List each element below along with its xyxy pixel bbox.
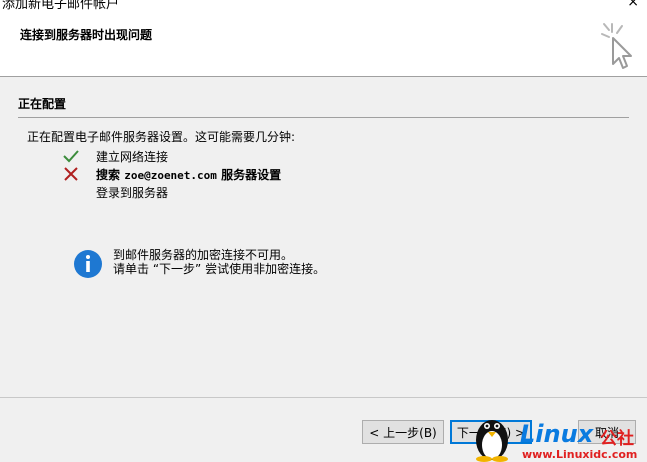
wizard-header: 连接到服务器时出现问题 (0, 10, 647, 77)
info-line-2: 请单击 “下一步” 尝试使用非加密连接。 (113, 262, 326, 276)
info-icon (74, 250, 102, 278)
info-line-1: 到邮件服务器的加密连接不可用。 (113, 248, 294, 262)
info-message: 到邮件服务器的加密连接不可用。 请单击 “下一步” 尝试使用非加密连接。 (113, 248, 325, 276)
step-label: 建立网络连接 (96, 150, 169, 164)
title-bar: 添加新电子邮件帐户 × (0, 0, 647, 10)
section-divider (18, 117, 629, 118)
watermark-suffix: 公社 (600, 429, 634, 449)
close-button[interactable]: × (627, 0, 639, 10)
section-title: 正在配置 (18, 97, 67, 111)
email-address: zoe@zoenet.com (124, 169, 217, 182)
checkmark-icon (63, 150, 79, 163)
watermark-brand: Linux (520, 420, 594, 448)
footer-divider (0, 397, 647, 398)
step-label-prefix: 搜索 (96, 168, 121, 182)
watermark-url: www.Linuxidc.com (522, 448, 638, 461)
configuring-description: 正在配置电子邮件服务器设置。这可能需要几分钟: (27, 130, 296, 144)
cross-icon (64, 167, 78, 181)
step-label: 登录到服务器 (96, 186, 169, 200)
step-label-suffix: 服务器设置 (221, 168, 282, 182)
back-button[interactable]: < 上一步(B) (362, 420, 444, 444)
wizard-cursor-icon (601, 23, 632, 69)
page-heading: 连接到服务器时出现问题 (20, 28, 153, 42)
step-label: 搜索 zoe@zoenet.com 服务器设置 (96, 166, 281, 183)
window-title: 添加新电子邮件帐户 (2, 0, 120, 10)
